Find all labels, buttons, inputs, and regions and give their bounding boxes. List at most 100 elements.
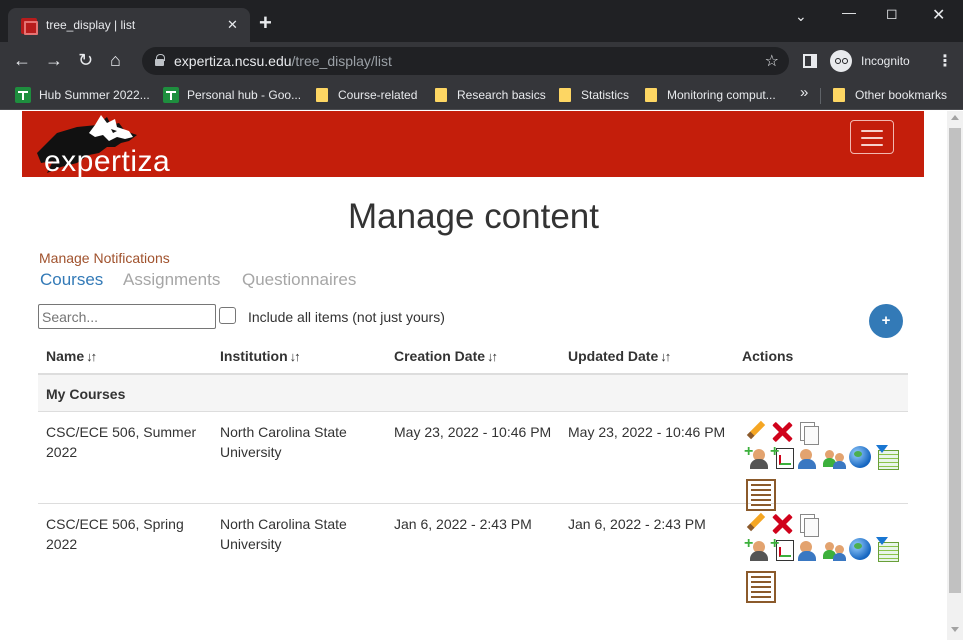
- tab-title: tree_display | list: [46, 18, 136, 32]
- close-window-icon[interactable]: ✕: [932, 5, 945, 25]
- folder-icon: [645, 88, 657, 102]
- folder-icon: [435, 88, 447, 102]
- sort-icon[interactable]: ↓↑: [660, 349, 671, 364]
- column-header-updated-date[interactable]: Updated Date ↓↑: [568, 348, 671, 364]
- edit-pencil-icon[interactable]: [744, 420, 768, 444]
- sort-icon[interactable]: ↓↑: [86, 349, 97, 364]
- address-bar[interactable]: expertiza.ncsu.edu/tree_display/list ☆: [142, 47, 789, 75]
- page-title: Manage content: [347, 197, 599, 236]
- bookmark-star-icon[interactable]: ☆: [765, 51, 779, 71]
- sort-icon[interactable]: ↓↑: [487, 349, 498, 364]
- assign-participant-icon[interactable]: [796, 445, 820, 469]
- make-public-globe-icon[interactable]: [848, 537, 872, 561]
- add-ta-icon[interactable]: +: [744, 444, 768, 469]
- include-all-label: Include all items (not just yours): [248, 309, 445, 325]
- scroll-down-arrow-icon[interactable]: [951, 627, 959, 632]
- column-header-creation-date[interactable]: Creation Date ↓↑: [394, 348, 498, 364]
- add-participants-chart-icon[interactable]: +: [770, 444, 794, 469]
- course-institution: North Carolina State University: [220, 424, 347, 460]
- assign-participant-icon[interactable]: [796, 537, 820, 561]
- search-input[interactable]: [38, 304, 216, 329]
- bookmark-hub-summer[interactable]: Hub Summer 2022...: [15, 86, 150, 104]
- browser-menu-icon[interactable]: ⋮: [937, 51, 953, 71]
- scroll-up-arrow-icon[interactable]: [951, 115, 959, 120]
- sort-icon[interactable]: ↓↑: [290, 349, 301, 364]
- copy-icon[interactable]: [796, 512, 820, 537]
- add-course-button[interactable]: +: [869, 304, 903, 338]
- include-all-checkbox[interactable]: [219, 307, 236, 324]
- copy-icon[interactable]: [796, 420, 820, 445]
- new-tab-button[interactable]: +: [259, 12, 272, 34]
- tab-assignments[interactable]: Assignments: [123, 270, 220, 290]
- reload-icon[interactable]: ↻: [78, 50, 93, 70]
- sheets-icon: [163, 87, 179, 103]
- bookmarks-bar: Hub Summer 2022... Personal hub - Goo...…: [0, 80, 963, 110]
- folder-icon: [559, 88, 571, 102]
- bookmark-separator: [820, 88, 821, 104]
- group-label: My Courses: [46, 386, 126, 402]
- url-text[interactable]: expertiza.ncsu.edu/tree_display/list: [174, 53, 392, 69]
- bookmark-course-related[interactable]: Course-related: [316, 86, 417, 104]
- tab-search-chevron-icon[interactable]: ⌄: [795, 8, 807, 25]
- table-row[interactable]: CSC/ECE 506, Summer 2022 North Carolina …: [38, 412, 908, 511]
- course-name: CSC/ECE 506, Summer 2022: [46, 424, 197, 460]
- course-created-date: May 23, 2022 - 10:46 PM: [394, 424, 552, 440]
- bookmark-personal-hub[interactable]: Personal hub - Goo...: [163, 86, 301, 104]
- add-participants-chart-icon[interactable]: +: [770, 536, 794, 561]
- course-created-date: Jan 6, 2022 - 2:43 PM: [394, 516, 532, 532]
- forward-arrow-icon[interactable]: →: [45, 50, 63, 70]
- page-scrollbar[interactable]: [947, 111, 963, 640]
- browser-tab-bar: tree_display | list ✕ + ⌄ — ◻ ✕: [0, 0, 963, 42]
- site-navbar: expertiza: [22, 111, 924, 179]
- row-actions: + +: [744, 512, 904, 603]
- more-bookmarks-icon[interactable]: »: [800, 84, 808, 101]
- table-group-row[interactable]: My Courses: [38, 375, 908, 412]
- expertiza-favicon-icon: [21, 18, 38, 35]
- bookmark-statistics[interactable]: Statistics: [559, 86, 629, 104]
- edit-pencil-icon[interactable]: [744, 512, 768, 536]
- make-public-globe-icon[interactable]: [848, 445, 872, 469]
- add-ta-icon[interactable]: +: [744, 536, 768, 561]
- minimize-icon[interactable]: —: [842, 4, 856, 20]
- manage-notifications-link[interactable]: Manage Notifications: [39, 250, 170, 266]
- tab-questionnaires[interactable]: Questionnaires: [242, 270, 356, 290]
- row-actions: + +: [744, 420, 904, 511]
- view-report-list-icon[interactable]: [744, 478, 776, 511]
- home-icon[interactable]: ⌂: [110, 50, 121, 70]
- table-row[interactable]: CSC/ECE 506, Spring 2022 North Carolina …: [38, 504, 908, 603]
- teams-icon[interactable]: [822, 445, 846, 469]
- lock-icon[interactable]: [155, 54, 165, 66]
- incognito-icon[interactable]: [830, 50, 852, 72]
- folder-icon: [316, 88, 328, 102]
- bookmark-research-basics[interactable]: Research basics: [435, 86, 546, 104]
- incognito-label[interactable]: Incognito: [861, 54, 910, 68]
- side-panel-icon[interactable]: [803, 54, 817, 68]
- course-updated-date: Jan 6, 2022 - 2:43 PM: [568, 516, 706, 532]
- delete-icon[interactable]: [770, 512, 794, 536]
- page-viewport: expertiza Manage content Manage Notifica…: [0, 111, 947, 640]
- column-header-name[interactable]: Name ↓↑: [46, 348, 97, 364]
- hamburger-icon: [861, 130, 883, 132]
- bookmark-other[interactable]: Other bookmarks: [833, 86, 947, 104]
- teams-icon[interactable]: [822, 537, 846, 561]
- browser-tab[interactable]: tree_display | list ✕: [8, 8, 250, 42]
- sheets-icon: [15, 87, 31, 103]
- logo-wordmark[interactable]: expertiza: [44, 145, 170, 179]
- back-arrow-icon[interactable]: ←: [13, 50, 31, 70]
- close-tab-icon[interactable]: ✕: [227, 17, 238, 33]
- course-institution: North Carolina State University: [220, 516, 347, 552]
- course-updated-date: May 23, 2022 - 10:46 PM: [568, 424, 726, 440]
- tab-courses[interactable]: Courses: [40, 270, 103, 290]
- browser-toolbar: ← → ↻ ⌂ expertiza.ncsu.edu/tree_display/…: [0, 42, 963, 80]
- folder-icon: [833, 88, 845, 102]
- scroll-thumb[interactable]: [949, 128, 961, 593]
- export-grades-icon[interactable]: [874, 537, 899, 562]
- maximize-icon[interactable]: ◻: [886, 5, 898, 22]
- export-grades-icon[interactable]: [874, 445, 899, 470]
- bookmark-monitoring[interactable]: Monitoring comput...: [645, 86, 776, 104]
- column-header-institution[interactable]: Institution ↓↑: [220, 348, 301, 364]
- view-report-list-icon[interactable]: [744, 570, 776, 603]
- delete-icon[interactable]: [770, 420, 794, 444]
- course-name: CSC/ECE 506, Spring 2022: [46, 516, 184, 552]
- menu-toggle-button[interactable]: [850, 120, 894, 154]
